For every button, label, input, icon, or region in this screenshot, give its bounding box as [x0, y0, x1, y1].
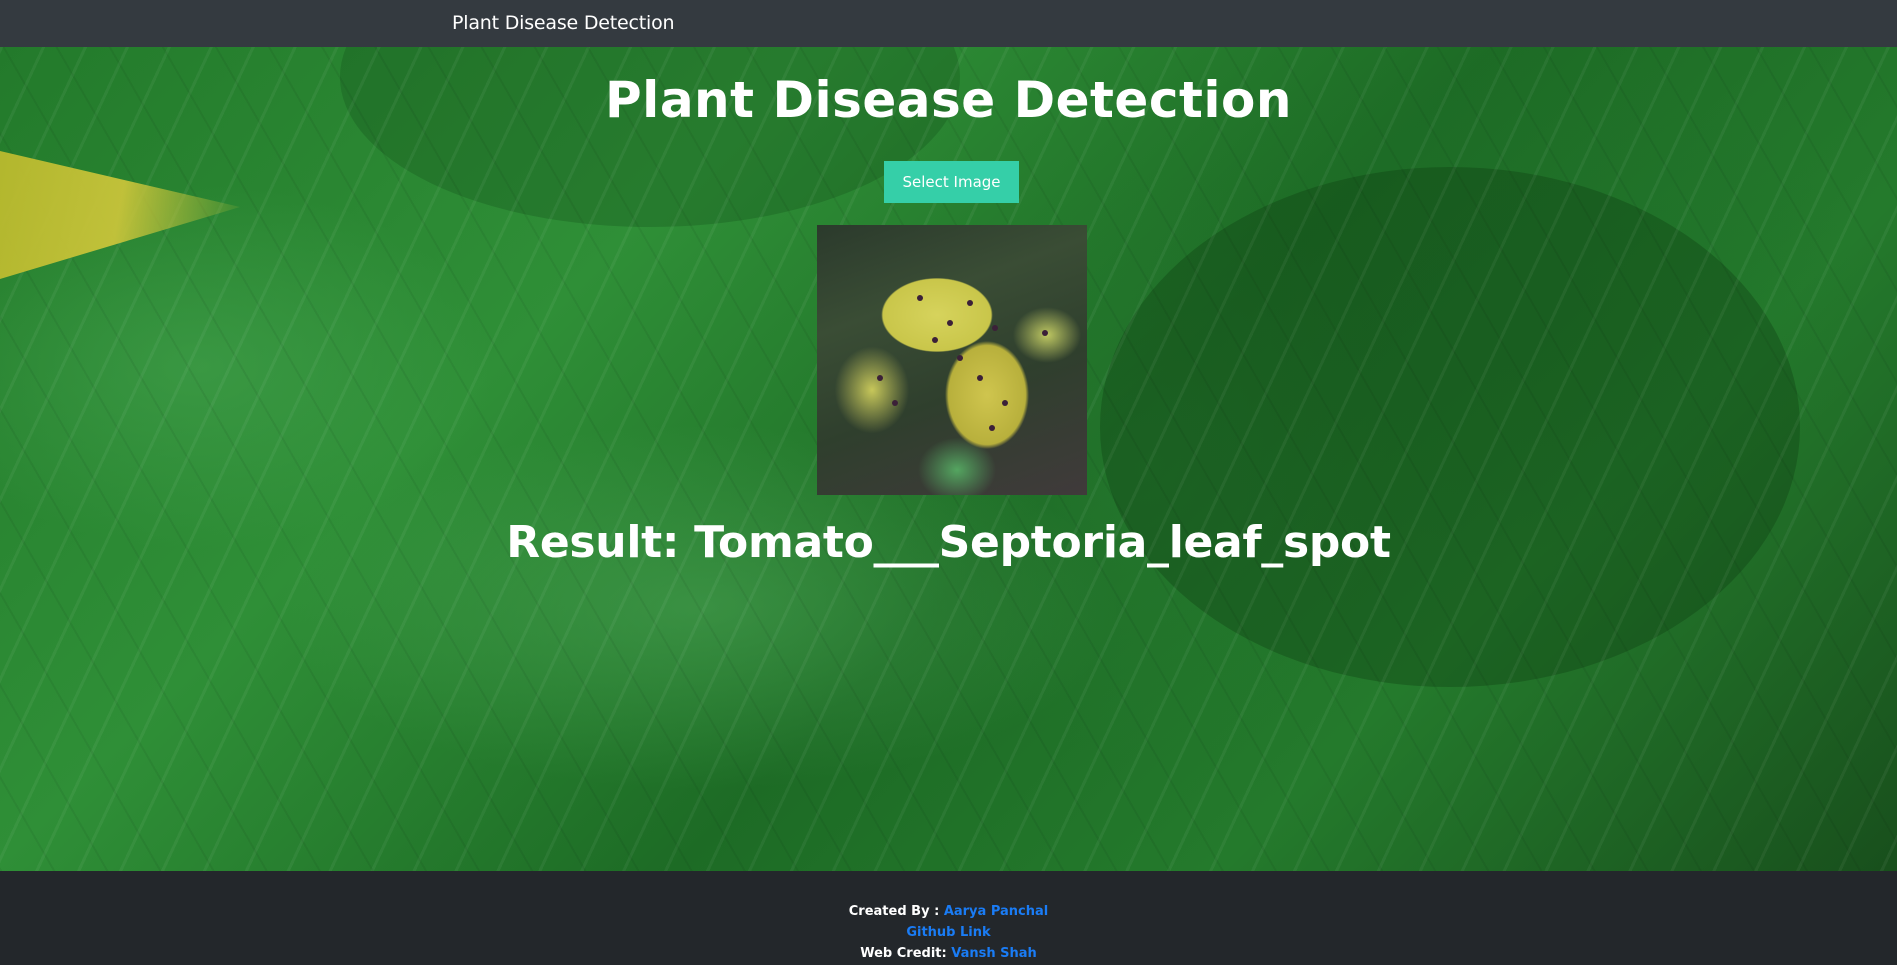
leaf-spot [957, 355, 963, 361]
leaf-spot [992, 325, 998, 331]
leaf-spot [1002, 400, 1008, 406]
leaf-spot [989, 425, 995, 431]
navbar-brand-link[interactable]: Plant Disease Detection [452, 0, 675, 47]
web-credit-label: Web Credit: [860, 946, 947, 961]
web-credit-link[interactable]: Vansh Shah [951, 946, 1037, 961]
leaf-spot [917, 295, 923, 301]
footer-github-line: Github Link [0, 922, 1897, 943]
leaf-spot [892, 400, 898, 406]
footer-credit-line: Created By : Aarya Panchal [0, 901, 1897, 922]
select-image-button[interactable]: Select Image [884, 161, 1019, 203]
leaf-spot [967, 300, 973, 306]
leaf-spot [977, 375, 983, 381]
leaf-spot [932, 337, 938, 343]
footer-web-credit-line: Web Credit: Vansh Shah [0, 943, 1897, 964]
author-link[interactable]: Aarya Panchal [944, 904, 1048, 919]
background-yellow-leaf [0, 144, 240, 288]
background-leaf-shadow [1100, 167, 1800, 687]
navbar: Plant Disease Detection [0, 0, 1897, 47]
hero-section: Plant Disease Detection Select Image Res… [0, 47, 1897, 871]
footer: Created By : Aarya Panchal Github Link W… [0, 871, 1897, 965]
page-title: Plant Disease Detection [605, 71, 1292, 129]
prediction-result: Result: Tomato___Septoria_leaf_spot [506, 517, 1391, 568]
uploaded-leaf-image [817, 225, 1087, 495]
leaf-spot [1042, 330, 1048, 336]
created-by-label: Created By : [848, 904, 940, 919]
leaf-spot [947, 320, 953, 326]
leaf-spot [877, 375, 883, 381]
github-link[interactable]: Github Link [906, 925, 990, 940]
